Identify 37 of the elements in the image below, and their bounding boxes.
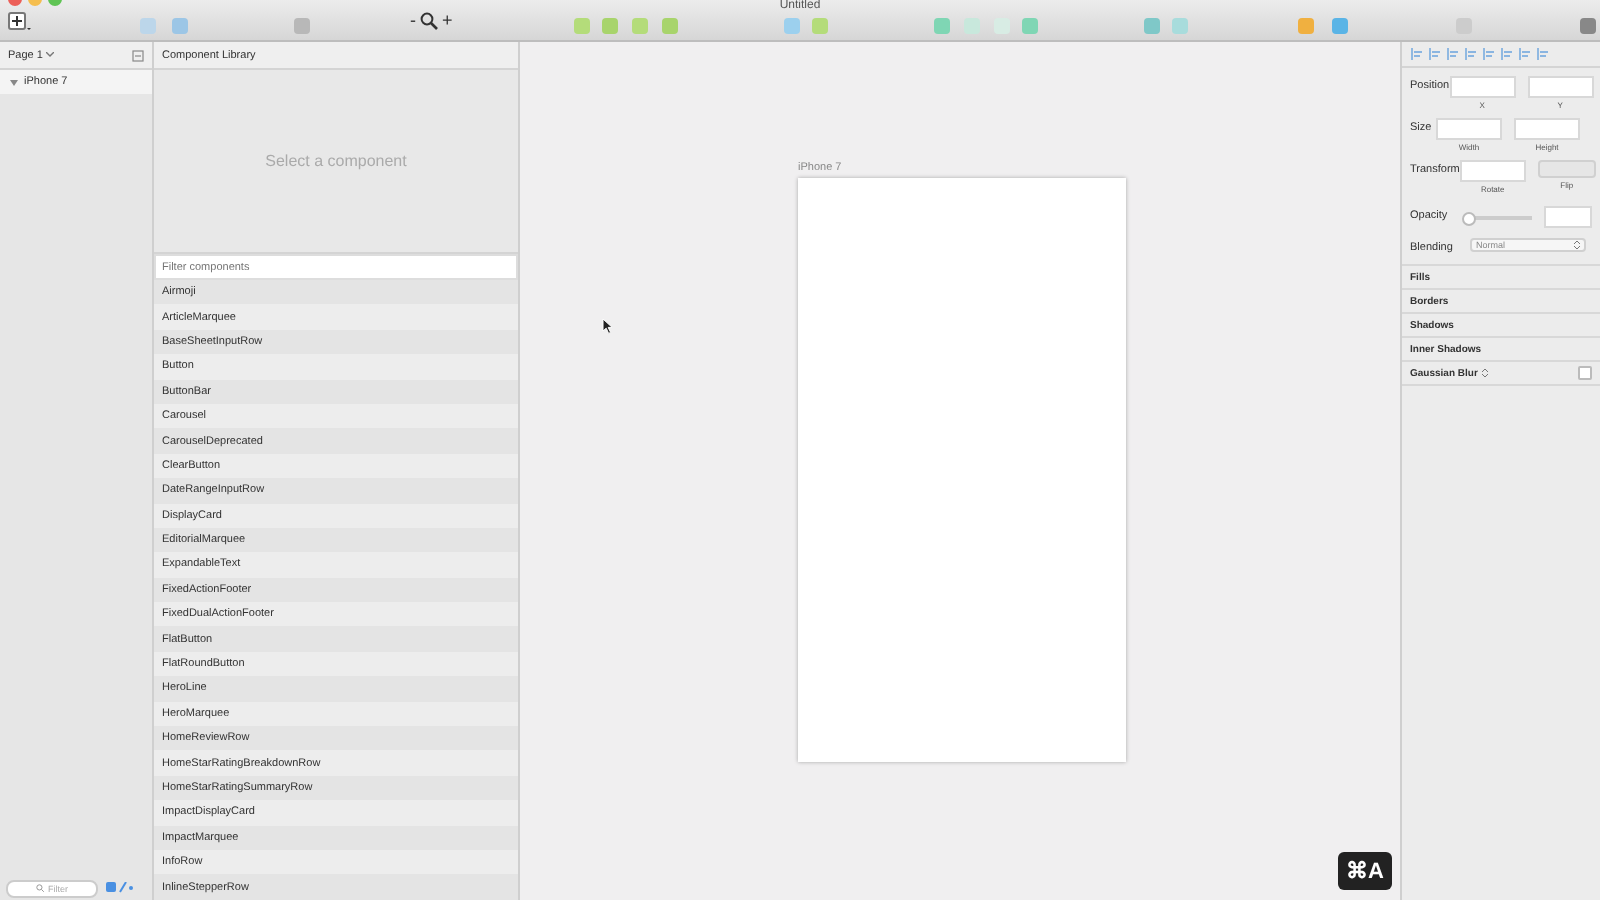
empty-message: Select a component — [265, 152, 407, 170]
toolbar-icon[interactable] — [1456, 18, 1472, 34]
align-icon[interactable] — [1428, 48, 1440, 60]
checkbox[interactable] — [1578, 366, 1592, 380]
align-icon[interactable] — [1464, 48, 1476, 60]
x-field[interactable] — [1449, 76, 1516, 98]
stepper-icon[interactable] — [1481, 368, 1488, 378]
artboard[interactable] — [798, 178, 1126, 762]
opacity-field[interactable] — [1544, 206, 1592, 228]
disclosure-triangle-icon[interactable] — [10, 79, 18, 85]
rotate-field[interactable] — [1459, 160, 1526, 182]
align-icon[interactable] — [1482, 48, 1494, 60]
toolbar-icon[interactable] — [1332, 18, 1348, 34]
align-icon[interactable] — [1536, 48, 1548, 60]
stepper-icon — [1574, 240, 1580, 250]
chevron-icon[interactable] — [46, 52, 55, 58]
collapse-icon[interactable] — [132, 49, 144, 61]
keystroke-overlay: ⌘A — [1338, 852, 1392, 890]
height-field[interactable] — [1514, 118, 1580, 140]
width-field[interactable] — [1436, 118, 1502, 140]
search-icon — [36, 884, 44, 892]
search-icon[interactable] — [420, 11, 438, 29]
flip-control[interactable] — [1537, 160, 1596, 178]
y-field[interactable] — [1527, 76, 1594, 98]
align-icon[interactable] — [1518, 48, 1530, 60]
align-icon[interactable] — [1446, 48, 1458, 60]
zoom-in-button[interactable]: + — [442, 10, 453, 30]
slider-thumb[interactable] — [1461, 212, 1476, 226]
zoom-out-button[interactable]: - — [410, 10, 416, 30]
toolbar-icon[interactable] — [294, 18, 310, 34]
insert-icon[interactable] — [8, 12, 32, 32]
cursor-icon — [602, 318, 612, 334]
align-icon[interactable] — [1410, 48, 1422, 60]
toolbar-icon[interactable] — [1298, 18, 1314, 34]
layer-options-icon[interactable] — [106, 882, 134, 894]
align-icon[interactable] — [1500, 48, 1512, 60]
toolbar-icon[interactable] — [1580, 18, 1596, 34]
